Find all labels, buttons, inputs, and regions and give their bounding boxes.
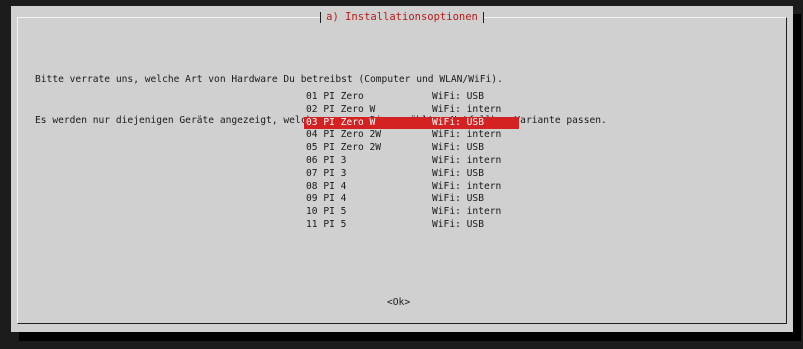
menu-item[interactable]: 07 PI 3 WiFi: USB <box>304 168 519 181</box>
menu-item-desc: WiFi: USB <box>432 167 484 179</box>
menu-item-desc: WiFi: intern <box>432 129 502 141</box>
menu-item[interactable]: 04 PI Zero 2W WiFi: intern <box>304 129 519 142</box>
intro-line: Bitte verrate uns, welche Art von Hardwa… <box>35 74 503 85</box>
menu-item-desc: WiFi: intern <box>432 103 502 115</box>
menu-item-tag: 10 PI 5 <box>306 206 347 218</box>
menu-item-tag: 11 PI 5 <box>306 218 347 230</box>
menu-item-tag: 01 PI Zero <box>306 91 364 102</box>
menu-item-tag: 09 PI 4 <box>306 193 347 205</box>
menu-item-desc: WiFi: USB <box>432 142 484 154</box>
menu-item[interactable]: 05 PI Zero 2W WiFi: USB <box>304 142 519 155</box>
menu-item-tag: 02 PI Zero W <box>306 103 376 115</box>
menu-item[interactable]: 06 PI 3 WiFi: intern <box>304 155 519 168</box>
menu-item-desc: WiFi: USB <box>432 116 484 128</box>
menu-item[interactable]: 09 PI 4 WiFi: USB <box>304 193 519 206</box>
menu-item-desc: WiFi: USB <box>432 91 484 102</box>
menu-item-tag: 07 PI 3 <box>306 167 347 179</box>
menu-item-desc: WiFi: USB <box>432 218 484 230</box>
menu-item-desc: WiFi: intern <box>432 180 502 192</box>
menu-item-tag: 06 PI 3 <box>306 154 347 166</box>
menu-item-tag: 03 PI Zero W <box>306 116 376 128</box>
whiptail-dialog: a) Installationsoptionen Bitte verrate u… <box>11 6 793 332</box>
menu-item-tag: 04 PI Zero 2W <box>306 129 382 141</box>
menu-item-tag: 05 PI Zero 2W <box>306 142 382 154</box>
terminal-screen: a) Installationsoptionen Bitte verrate u… <box>0 0 803 349</box>
ok-button[interactable]: <Ok> <box>387 296 410 309</box>
menu-item[interactable]: 02 PI Zero W WiFi: intern <box>304 104 519 117</box>
menu-item-tag: 08 PI 4 <box>306 180 347 192</box>
menu-item[interactable]: 11 PI 5 WiFi: USB <box>304 219 519 232</box>
menu-item[interactable]: 01 PI Zero WiFi: USB <box>304 91 519 104</box>
menu-item-desc: WiFi: intern <box>432 154 502 166</box>
menu-item-desc: WiFi: intern <box>432 206 502 218</box>
dialog-shadow-right <box>793 14 801 340</box>
menu-item[interactable]: 10 PI 5 WiFi: intern <box>304 206 519 219</box>
menu-item[interactable]: 08 PI 4 WiFi: intern <box>304 181 519 194</box>
dialog-shadow-bottom <box>19 332 801 341</box>
hardware-menu: 01 PI Zero WiFi: USB 02 PI Zero W WiFi: int… <box>304 91 519 232</box>
menu-item[interactable]: 03 PI Zero W WiFi: USB <box>304 116 519 130</box>
menu-item-desc: WiFi: USB <box>432 193 484 205</box>
